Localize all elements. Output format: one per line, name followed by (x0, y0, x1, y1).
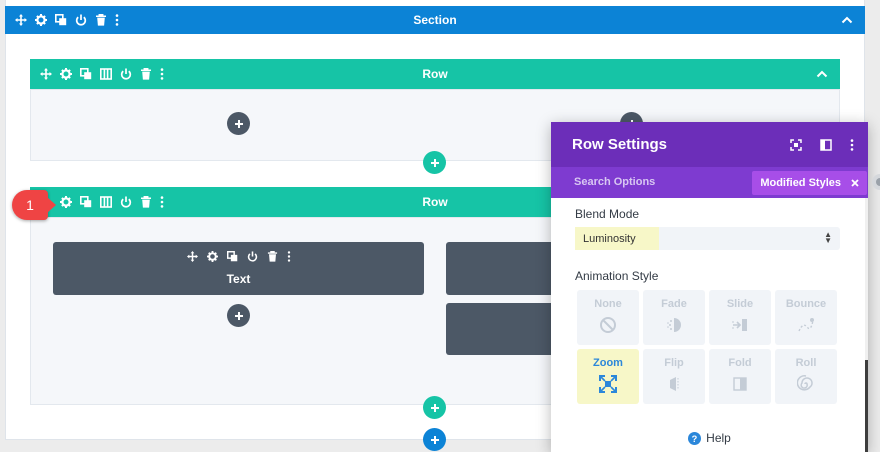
animation-style-label: Animation Style (575, 269, 659, 283)
plus-icon (234, 119, 244, 129)
row-settings-panel: Row Settings Search Options Modified Sty… (551, 122, 868, 452)
text-module[interactable]: Text (53, 242, 424, 295)
bounce-icon (798, 318, 814, 332)
power-icon[interactable] (247, 251, 258, 262)
help-label: Help (706, 431, 731, 445)
blend-mode-label: Blend Mode (575, 207, 640, 221)
modified-styles-filter[interactable]: Modified Styles (752, 171, 867, 195)
section-header-bar[interactable]: Section (5, 6, 865, 34)
animation-option-slide[interactable]: Slide (709, 290, 771, 345)
animation-option-label: Fold (728, 357, 752, 369)
add-row-button[interactable] (423, 396, 446, 419)
animation-option-zoom[interactable]: Zoom (577, 349, 639, 404)
panel-scrollbar-thumb[interactable] (865, 360, 868, 452)
gear-icon[interactable] (207, 251, 218, 262)
blend-mode-select[interactable]: Luminosity ▲ ▼ (575, 227, 840, 250)
plus-icon (430, 158, 440, 168)
help-link[interactable]: ? Help (551, 431, 868, 445)
animation-option-label: Roll (795, 357, 817, 369)
step-marker-badge: 1 (12, 190, 56, 220)
module-toolbar (53, 251, 424, 262)
chevron-up-icon[interactable] (841, 16, 853, 24)
animation-style-grid: None Fade Slide Bounce Zoom Flip Fold Ro… (577, 290, 839, 404)
plus-icon (430, 403, 440, 413)
flip-icon (670, 377, 679, 391)
search-options-input[interactable]: Search Options (574, 176, 655, 188)
fullscreen-icon[interactable] (790, 138, 802, 151)
blend-mode-value: Luminosity (575, 227, 659, 250)
roll-icon (797, 375, 813, 391)
panel-search-bar: Search Options Modified Styles (551, 167, 868, 198)
module-title: Text (226, 272, 251, 286)
animation-option-fade[interactable]: Fade (643, 290, 705, 345)
close-icon[interactable] (851, 179, 859, 187)
panel-drag-handle-icon[interactable] (867, 170, 880, 194)
animation-option-label: Fade (661, 298, 687, 310)
row-title: Row (422, 67, 448, 81)
animation-option-label: Zoom (593, 357, 623, 369)
svg-text:?: ? (692, 433, 698, 443)
more-dots-icon[interactable] (287, 251, 291, 262)
zoom-icon (599, 375, 617, 393)
more-dots-icon[interactable] (850, 139, 854, 151)
add-module-button[interactable] (227, 304, 250, 327)
module-block[interactable] (446, 303, 566, 355)
section-title: Section (413, 13, 457, 27)
add-row-button[interactable] (423, 151, 446, 174)
select-arrows-icon: ▲ ▼ (824, 230, 832, 245)
panel-header: Row Settings (551, 122, 868, 167)
help-icon: ? (688, 431, 702, 445)
animation-option-roll[interactable]: Roll (775, 349, 837, 404)
slide-icon (732, 319, 747, 331)
add-section-button[interactable] (423, 428, 446, 451)
animation-option-label: None (594, 298, 622, 310)
chevron-up-icon[interactable] (816, 70, 828, 78)
animation-option-none[interactable]: None (577, 290, 639, 345)
animation-option-flip[interactable]: Flip (643, 349, 705, 404)
add-module-button[interactable] (227, 112, 250, 135)
none-icon (600, 317, 616, 333)
modified-styles-label: Modified Styles (760, 177, 841, 189)
panel-title: Row Settings (572, 136, 668, 153)
animation-option-fold[interactable]: Fold (709, 349, 771, 404)
move-icon[interactable] (187, 251, 198, 262)
plus-icon (430, 435, 440, 445)
trash-icon[interactable] (267, 251, 278, 262)
sidebar-toggle-icon[interactable] (820, 138, 832, 151)
fade-icon (667, 318, 681, 332)
plus-icon (234, 311, 244, 321)
duplicate-icon[interactable] (227, 251, 238, 262)
module-block[interactable] (446, 242, 566, 295)
animation-option-label: Flip (664, 357, 684, 369)
animation-option-bounce[interactable]: Bounce (775, 290, 837, 345)
animation-option-label: Bounce (785, 298, 827, 310)
fold-icon (733, 377, 747, 391)
animation-option-label: Slide (726, 298, 754, 310)
row-header-bar[interactable]: Row (30, 59, 840, 89)
